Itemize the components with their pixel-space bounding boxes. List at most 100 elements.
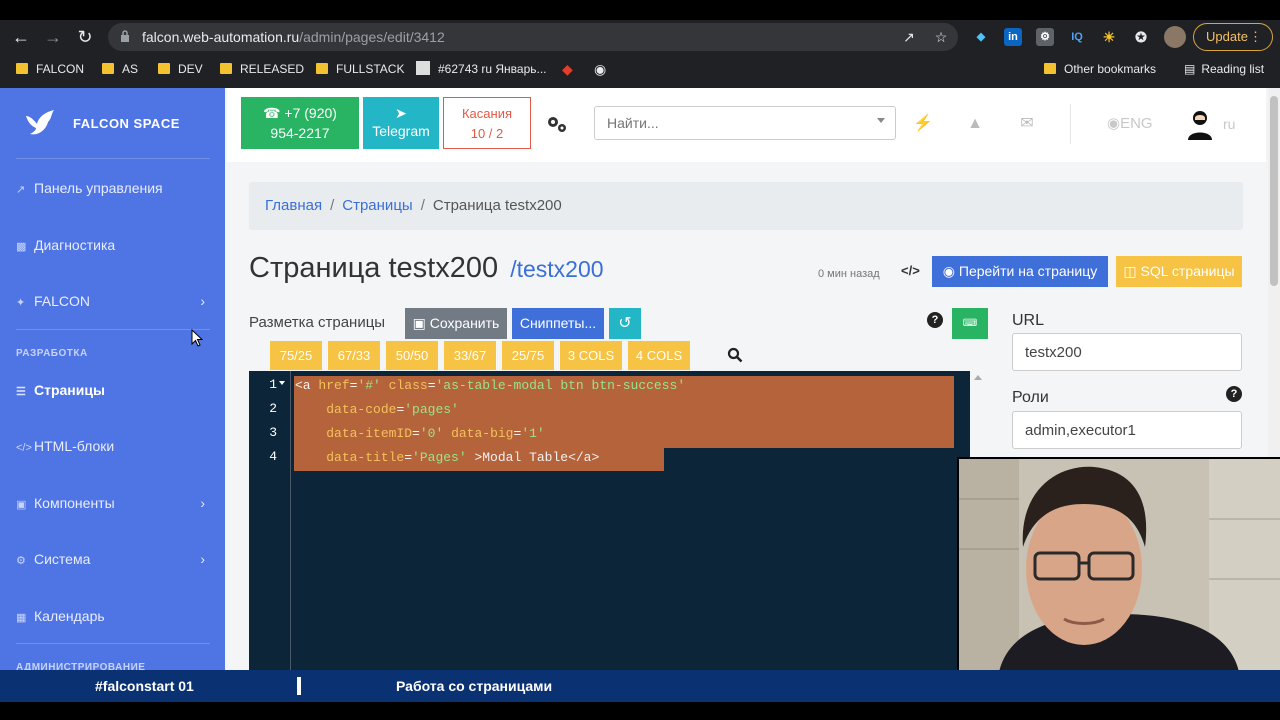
col-50-50-button[interactable]: 50/50: [386, 341, 438, 370]
sidebar-item-dashboard[interactable]: ↗ Панель управления: [16, 176, 211, 200]
address-bar[interactable]: falcon.web-automation.ru/admin/pages/edi…: [108, 23, 958, 51]
twitter-icon: ✦: [16, 297, 26, 309]
search-icon[interactable]: [727, 347, 743, 363]
chevron-down-icon[interactable]: [877, 118, 885, 123]
folder-icon: [1044, 63, 1056, 74]
global-search[interactable]: [594, 106, 896, 140]
col-3-cols-button[interactable]: 3 COLS: [560, 341, 622, 370]
user-avatar-icon[interactable]: [1186, 108, 1214, 140]
calendar-icon: ▦: [16, 612, 27, 624]
search-input[interactable]: [607, 115, 857, 131]
back-icon[interactable]: ←: [10, 26, 32, 48]
bookmark-as[interactable]: AS: [102, 60, 138, 78]
brand-logo[interactable]: FALCON SPACE: [24, 106, 214, 140]
diamond-extension-icon[interactable]: ◆: [972, 28, 990, 46]
bolt-icon[interactable]: ⚡: [913, 114, 933, 134]
col-25-75-button[interactable]: 25/75: [502, 341, 554, 370]
folder-icon: [158, 63, 170, 74]
reading-list[interactable]: ▤ Reading list: [1184, 60, 1264, 78]
sql-page-button[interactable]: ◫ SQL страницы: [1116, 256, 1242, 287]
divider: [16, 329, 210, 330]
sidebar-item-falcon[interactable]: ✦ FALCON ›: [16, 289, 211, 313]
page-slug-link[interactable]: /testx200: [510, 256, 603, 282]
update-button[interactable]: Update ⋮: [1193, 23, 1273, 51]
database-icon: ◫: [1123, 263, 1141, 279]
breadcrumb-separator: /: [330, 197, 335, 214]
other-bookmarks[interactable]: Other bookmarks: [1044, 60, 1156, 78]
code-line-2: data-code='pages': [326, 402, 459, 417]
sidebar-item-components[interactable]: ▣ Компоненты ›: [16, 491, 211, 515]
goto-page-button[interactable]: ◉ Перейти на страницу: [932, 256, 1108, 287]
sidebar-item-system[interactable]: ⚙ Система ›: [16, 547, 211, 571]
settings-gear-icon[interactable]: [545, 114, 569, 134]
history-icon[interactable]: ↺: [609, 308, 641, 339]
iq-extension-icon[interactable]: IQ: [1068, 28, 1086, 46]
scroll-thumb[interactable]: [1270, 96, 1278, 286]
chart-icon: ↗: [16, 184, 26, 196]
cogs-icon: ⚙: [16, 555, 26, 567]
help-icon[interactable]: ?: [927, 312, 943, 328]
stack-bookmark-icon[interactable]: ◆: [562, 60, 573, 78]
fold-arrow-icon[interactable]: [279, 381, 285, 385]
episode-topic: Работа со страницами: [396, 678, 553, 694]
envelope-icon[interactable]: ✉: [1017, 114, 1037, 134]
menu-dots-icon[interactable]: ⋮: [1249, 24, 1262, 50]
divider: [297, 677, 301, 695]
locale-label[interactable]: ru: [1223, 116, 1235, 132]
scroll-up-icon[interactable]: [974, 375, 982, 380]
chevron-right-icon: ›: [200, 293, 205, 309]
profile-avatar[interactable]: [1164, 26, 1186, 48]
breadcrumb-pages-link[interactable]: Страницы: [342, 197, 412, 214]
browser-chrome: ← → ↻ falcon.web-automation.ru/admin/pag…: [0, 20, 1280, 88]
chevron-right-icon: ›: [200, 551, 205, 567]
code-line-4: data-title='Pages' >Modal Table</a>: [326, 450, 600, 465]
help-icon[interactable]: ?: [1226, 386, 1242, 402]
bookmark-ticket[interactable]: #62743 ru Январь...: [416, 60, 547, 78]
folder-icon: [220, 63, 232, 74]
folder-icon: [102, 63, 114, 74]
bookmarks-bar: FALCON AS DEV RELEASED FULLSTACK #62743 …: [0, 56, 1280, 82]
line-number: 3: [269, 425, 277, 440]
reload-icon[interactable]: ↻: [74, 26, 96, 48]
puzzle-extension-icon[interactable]: ✪: [1132, 28, 1150, 46]
url-field[interactable]: [1012, 333, 1242, 371]
sidebar-item-pages[interactable]: ☰ Страницы: [16, 378, 211, 402]
breadcrumb-home-link[interactable]: Главная: [265, 197, 322, 214]
keyboard-icon[interactable]: ⌨: [952, 308, 988, 339]
code-view-icon[interactable]: </>: [901, 263, 920, 278]
code-editor[interactable]: 1 2 3 4 <a href='#' class='as-table-moda…: [249, 371, 970, 670]
open-external-icon[interactable]: ↗: [900, 28, 918, 46]
col-75-25-button[interactable]: 75/25: [270, 341, 322, 370]
bookmark-falcon[interactable]: FALCON: [16, 60, 84, 78]
phone-button[interactable]: ☎ +7 (920) 954-2217: [241, 97, 359, 149]
updated-timestamp: 0 мин назад: [818, 268, 880, 280]
col-67-33-button[interactable]: 67/33: [328, 341, 380, 370]
sidebar-item-calendar[interactable]: ▦ Календарь: [16, 604, 211, 628]
code-line-3: data-itemID='0' data-big='1': [326, 426, 545, 441]
language-switch[interactable]: ◉ENG: [1107, 114, 1153, 132]
breadcrumb-current: Страница testx200: [432, 197, 562, 214]
touches-button[interactable]: Касания 10 / 2: [443, 97, 531, 149]
forward-icon[interactable]: →: [42, 26, 64, 48]
tool-extension-icon[interactable]: ⚙: [1036, 28, 1054, 46]
section-heading-dev: РАЗРАБОТКА: [16, 348, 88, 359]
presenter-video-image: [959, 459, 1280, 670]
linkedin-extension-icon[interactable]: in: [1004, 28, 1022, 46]
save-button[interactable]: ▣ Сохранить: [405, 308, 507, 339]
sidebar-item-diagnostics[interactable]: ▩ Диагностика: [16, 233, 211, 257]
roles-field[interactable]: [1012, 411, 1242, 449]
col-4-cols-button[interactable]: 4 COLS: [628, 341, 690, 370]
bookmark-fullstack[interactable]: FULLSTACK: [316, 60, 404, 78]
sidebar-item-html-blocks[interactable]: </> HTML-блоки: [16, 434, 211, 458]
telegram-button[interactable]: ➤ Telegram: [363, 97, 439, 149]
bookmark-released[interactable]: RELEASED: [220, 60, 304, 78]
code-icon: </>: [16, 442, 32, 454]
snippets-button[interactable]: Сниппеты...: [512, 308, 604, 339]
globe-bookmark-icon[interactable]: ◉: [594, 60, 606, 78]
sun-extension-icon[interactable]: ☀: [1100, 28, 1118, 46]
col-33-67-button[interactable]: 33/67: [444, 341, 496, 370]
bell-icon[interactable]: ▲: [965, 114, 985, 134]
chevron-right-icon: ›: [200, 495, 205, 511]
bookmark-dev[interactable]: DEV: [158, 60, 203, 78]
star-icon[interactable]: ☆: [932, 28, 950, 46]
